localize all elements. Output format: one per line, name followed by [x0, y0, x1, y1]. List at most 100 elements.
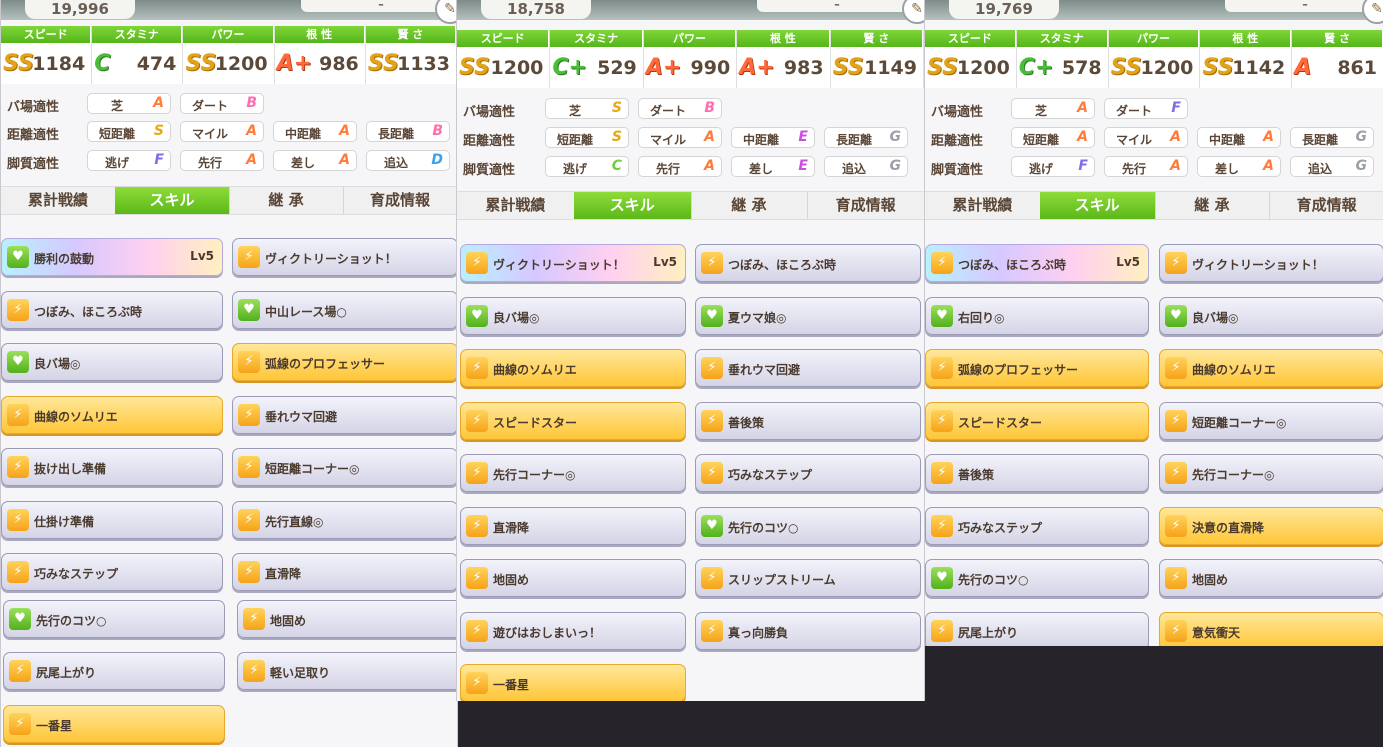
skill-item[interactable]: ⚡ 善後策	[695, 401, 921, 440]
evaluation-score: 19,996	[25, 0, 135, 19]
skill-item[interactable]: ⚡ 軽い足取り	[237, 652, 457, 690]
tab-0[interactable]: 累計戦績	[457, 192, 575, 219]
stat-header: 賢 さ	[365, 26, 456, 43]
tab-1[interactable]: スキル	[1039, 192, 1156, 219]
skill-item[interactable]: ⚡ 一番星	[460, 664, 686, 701]
skill-item[interactable]: ⚡ 曲線のソムリエ	[1159, 349, 1383, 387]
skill-item[interactable]: ⚡ つぼみ、ほころぶ時	[695, 244, 921, 282]
skill-name: つぼみ、ほころぶ時	[34, 304, 143, 319]
skill-name: 右回り◎	[958, 310, 1005, 325]
skill-item[interactable]: ♥ 先行のコツ○	[3, 599, 225, 638]
edit-pencil-icon[interactable]: ✎	[902, 0, 924, 24]
skill-item[interactable]: ⚡ 善後策	[925, 454, 1149, 492]
skill-item[interactable]: ⚡ 地固め	[1159, 559, 1383, 597]
speed-skill-icon: ⚡	[466, 619, 488, 642]
skill-item[interactable]: ⚡ 先行コーナー◎	[1159, 454, 1383, 492]
tab-1[interactable]: スキル	[573, 192, 692, 219]
tab-1[interactable]: スキル	[115, 187, 230, 214]
skill-item[interactable]: ⚡ 短距離コーナー◎	[1159, 401, 1383, 440]
skill-item[interactable]: ⚡ 一番星	[3, 704, 225, 743]
skill-item[interactable]: ⚡ 巧みなステップ	[695, 454, 921, 492]
stat-header: スタミナ	[550, 30, 643, 47]
tab-2[interactable]: 継 承	[229, 187, 344, 214]
skill-item[interactable]: ♥ 良バ場◎	[1, 343, 223, 381]
skill-name: 決意の直滑降	[1192, 520, 1265, 535]
skill-item[interactable]: ♥ 先行のコツ○	[925, 559, 1149, 597]
stat-grade-badge: SS	[459, 55, 490, 80]
stat-body: SS 1133	[366, 43, 456, 84]
stat-grade-badge: SS	[367, 51, 399, 76]
skill-item[interactable]: ⚡ つぼみ、ほころぶ時 Lv5	[925, 244, 1149, 282]
skill-item[interactable]: ♥ 勝利の鼓動 Lv5	[1, 238, 223, 276]
skill-item[interactable]: ⚡ 弧線のプロフェッサー	[232, 343, 457, 381]
skill-item[interactable]: ⚡ ヴィクトリーショット！ Lv5	[460, 244, 686, 282]
speed-skill-icon: ⚡	[238, 508, 260, 531]
title-placeholder: –	[1225, 0, 1383, 12]
aptitude-grade: G	[1355, 129, 1368, 145]
skill-item[interactable]: ♥ 夏ウマ娘◎	[695, 296, 921, 335]
skill-name: 曲線のソムリエ	[34, 409, 118, 424]
aptitude-grade: A	[1077, 129, 1088, 145]
speed-skill-icon: ⚡	[931, 462, 953, 484]
stat-grade-badge: C+	[1018, 55, 1054, 80]
tab-0[interactable]: 累計戦績	[1, 187, 116, 214]
stat-header: 根 性	[274, 26, 365, 43]
skill-item[interactable]: ⚡ 直滑降	[232, 553, 457, 591]
skill-name: 一番星	[493, 678, 530, 692]
skill-item[interactable]: ♥ 右回り◎	[925, 296, 1149, 335]
aptitude-style: 追込 G	[1290, 156, 1374, 177]
stat-grade-badge: SS	[832, 55, 864, 80]
aptitude-style: 差し A	[273, 150, 357, 171]
speed-skill-icon: ⚡	[466, 409, 488, 432]
skill-item[interactable]: ⚡ ヴィクトリーショット！	[1159, 244, 1383, 282]
speed-skill-icon: ⚡	[1165, 619, 1187, 642]
tab-3[interactable]: 育成情報	[1269, 192, 1383, 219]
skill-item[interactable]: ⚡ 垂れウマ回避	[232, 395, 457, 434]
skill-item[interactable]: ⚡ 仕掛け準備	[1, 500, 223, 539]
stat-row: スピード SS 1200 スタミナ C+ 529 パワー A+ 990 根 性 A+ 983 賢 さ SS…	[457, 30, 924, 88]
skill-item[interactable]: ⚡ 先行直線◎	[232, 500, 457, 539]
tab-3[interactable]: 育成情報	[807, 192, 924, 219]
tab-2[interactable]: 継 承	[1155, 192, 1271, 219]
skill-item[interactable]: ⚡ 遊びはおしまいっ！	[460, 611, 686, 650]
skill-item[interactable]: ♥ 中山レース場○	[232, 290, 457, 329]
aptitude-style: 逃げ F	[1011, 156, 1095, 177]
aptitude-track: 芝A	[1011, 98, 1095, 119]
skill-item[interactable]: ⚡ 尻尾上がり	[3, 652, 225, 690]
skill-item[interactable]: ⚡ 直滑降	[460, 506, 686, 545]
edit-pencil-icon[interactable]: ✎	[435, 0, 457, 24]
skill-item[interactable]: ⚡ 意気衝天	[1159, 611, 1383, 646]
skill-item[interactable]: ♥ 良バ場◎	[1159, 296, 1383, 335]
skill-item[interactable]: ⚡ 地固め	[460, 559, 686, 597]
skill-item[interactable]: ⚡ スピードスター	[460, 401, 686, 440]
skill-item[interactable]: ⚡ 垂れウマ回避	[695, 349, 921, 387]
skill-item[interactable]: ⚡ 真っ向勝負	[695, 611, 921, 650]
skill-item[interactable]: ⚡ 巧みなステップ	[1, 553, 223, 591]
aptitude-name: 先行	[655, 162, 680, 176]
skill-item[interactable]: ⚡ ヴィクトリーショット！	[232, 238, 457, 276]
skill-item[interactable]: ⚡ スリップストリーム	[695, 559, 921, 597]
stat-cell-4: 賢 さ SS 1149	[830, 30, 924, 88]
skill-item[interactable]: ⚡ 弧線のプロフェッサー	[925, 349, 1149, 387]
skill-item[interactable]: ⚡ 決意の直滑降	[1159, 506, 1383, 545]
skill-item[interactable]: ⚡ つぼみ、ほころぶ時	[1, 290, 223, 329]
skill-item[interactable]: ⚡ 巧みなステップ	[925, 506, 1149, 545]
skill-item[interactable]: ⚡ 短距離コーナー◎	[232, 448, 457, 486]
header-banner: 19,996–	[1, 0, 457, 20]
skill-item[interactable]: ♥ 先行のコツ○	[695, 506, 921, 545]
skill-name: 地固め	[1192, 573, 1229, 587]
skill-item[interactable]: ⚡ 曲線のソムリエ	[1, 395, 223, 434]
tab-0[interactable]: 累計戦績	[925, 192, 1041, 219]
edit-pencil-icon[interactable]: ✎	[1362, 0, 1383, 24]
aptitude-name: ダート	[649, 104, 686, 118]
tab-2[interactable]: 継 承	[691, 192, 809, 219]
skill-item[interactable]: ⚡ 先行コーナー◎	[460, 454, 686, 492]
skill-item[interactable]: ⚡ スピードスター	[925, 401, 1149, 440]
skill-item[interactable]: ⚡ 曲線のソムリエ	[460, 349, 686, 387]
skill-item[interactable]: ⚡ 抜け出し準備	[1, 448, 223, 486]
green-skill-icon: ♥	[9, 607, 31, 630]
tab-3[interactable]: 育成情報	[343, 187, 457, 214]
skill-item[interactable]: ⚡ 尻尾上がり	[925, 611, 1149, 646]
skill-item[interactable]: ♥ 良バ場◎	[460, 296, 686, 335]
skill-item[interactable]: ⚡ 地固め	[237, 599, 457, 638]
